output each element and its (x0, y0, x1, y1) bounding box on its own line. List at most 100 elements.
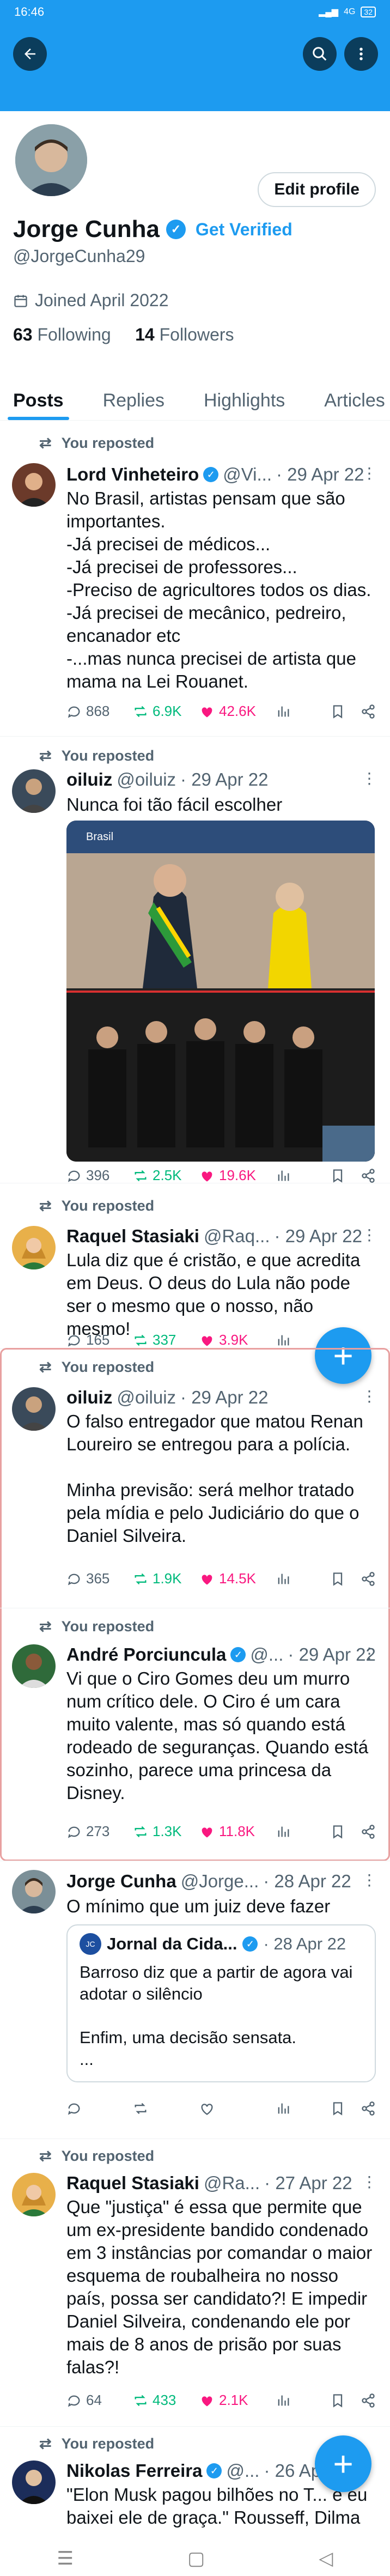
repost-indicator-icon: ⇄ (39, 2148, 52, 2164)
reply-button[interactable]: 165 (66, 1332, 133, 1348)
tab-highlights[interactable]: Highlights (191, 381, 298, 420)
like-button[interactable]: 3.9K (199, 1332, 276, 1348)
status-time: 16:46 (14, 5, 45, 19)
views-button[interactable] (276, 2101, 330, 2116)
bookmark-button[interactable] (330, 1571, 345, 1587)
avatar[interactable] (12, 769, 56, 813)
like-button[interactable]: 2.1K (199, 2392, 276, 2409)
reply-icon (68, 2395, 80, 2407)
avatar[interactable] (12, 1870, 56, 1913)
avatar[interactable] (12, 463, 56, 507)
post-text: O mínimo que um juiz deve fazer (66, 1896, 331, 1916)
bookmark-button[interactable] (330, 2393, 345, 2408)
heart-icon (202, 2396, 212, 2406)
search-button[interactable] (303, 37, 337, 71)
repost-button[interactable]: 2.5K (133, 1167, 199, 1184)
reply-icon (68, 706, 80, 718)
reply-button[interactable] (66, 2101, 133, 2116)
tab-posts[interactable]: Posts (0, 381, 77, 420)
post-item[interactable]: ⇄ You reposted Raquel Stasiaki @Raq... · … (0, 1183, 390, 1349)
views-button[interactable] (276, 2393, 330, 2408)
author-handle: @Raq... (203, 1226, 270, 1246)
more-options-button[interactable] (344, 37, 378, 71)
share-button[interactable] (361, 1571, 376, 1587)
share-button[interactable] (361, 1168, 376, 1183)
back-nav-icon[interactable]: ◁ (319, 2548, 333, 2569)
followers-link[interactable]: 14 Followers (135, 325, 234, 344)
bookmark-button[interactable] (330, 704, 345, 719)
author-name[interactable]: oiluiz (66, 1387, 112, 1408)
post-more-icon[interactable]: ⋮ (362, 769, 377, 787)
reply-button[interactable]: 868 (66, 703, 133, 720)
post-photo[interactable]: Brasil (66, 821, 375, 1162)
reply-button[interactable]: 396 (66, 1167, 133, 1184)
like-button[interactable]: 14.5K (199, 1570, 276, 1587)
tab-replies[interactable]: Replies (90, 381, 178, 420)
reply-button[interactable]: 64 (66, 2392, 133, 2409)
author-name[interactable]: Jorge Cunha (66, 1871, 176, 1892)
post-item[interactable]: ⇄ You reposted oiluiz @oiluiz · 29 Apr 22… (0, 1349, 390, 1608)
photo-caption: Brasil (86, 831, 113, 843)
author-name[interactable]: oiluiz (66, 769, 112, 790)
verified-badge-icon: ✓ (242, 1936, 258, 1952)
avatar[interactable] (12, 2173, 56, 2216)
post-item[interactable]: ⇄ You reposted Raquel Stasiaki @Ra... · 2… (0, 2139, 390, 2427)
views-button[interactable] (276, 1824, 330, 1839)
post-item[interactable]: ⇄ You reposted André Porciuncula ✓ @... ·… (0, 1608, 390, 1861)
post-item[interactable]: Jorge Cunha @Jorge... · 28 Apr 22 ⋮ O mí… (0, 1861, 390, 2139)
views-button[interactable] (276, 1571, 330, 1587)
like-button[interactable] (199, 2101, 276, 2116)
repost-button[interactable]: 1.9K (133, 1570, 199, 1587)
author-name[interactable]: Raquel Stasiaki (66, 2173, 199, 2194)
bookmark-button[interactable] (330, 1168, 345, 1183)
post-more-icon[interactable]: ⋮ (362, 1226, 377, 1244)
tab-articles[interactable]: Articles (311, 381, 390, 420)
post-item[interactable]: ⇄ You reposted oiluiz @oiluiz · 29 Apr 22… (0, 737, 390, 1183)
avatar[interactable] (12, 1226, 56, 1269)
author-name[interactable]: Lord Vinheteiro (66, 464, 199, 485)
share-button[interactable] (361, 2393, 376, 2408)
post-more-icon[interactable]: ⋮ (362, 464, 377, 482)
post-more-icon[interactable]: ⋮ (362, 1871, 377, 1889)
author-name[interactable]: André Porciuncula (66, 1644, 226, 1665)
post-more-icon[interactable]: ⋮ (362, 1387, 377, 1405)
like-button[interactable]: 19.6K (199, 1167, 276, 1184)
home-icon[interactable]: ▢ (187, 2548, 205, 2569)
recent-apps-icon[interactable]: ☰ (57, 2548, 74, 2569)
quoted-post[interactable]: JC Jornal da Cida... ✓ · 28 Apr 22 Barro… (66, 1924, 376, 2082)
share-button[interactable] (361, 2101, 376, 2116)
post-more-icon[interactable]: ⋮ (362, 1644, 377, 1662)
author-name[interactable]: Nikolas Ferreira (66, 2460, 202, 2481)
post-more-icon[interactable]: ⋮ (362, 2173, 377, 2191)
bookmark-icon (333, 2102, 343, 2116)
following-link[interactable]: 63 Following (13, 325, 111, 344)
bookmark-button[interactable] (330, 2101, 345, 2116)
reply-button[interactable]: 365 (66, 1570, 133, 1587)
more-vertical-icon (359, 47, 363, 60)
repost-button[interactable]: 1.3K (133, 1823, 199, 1840)
share-button[interactable] (361, 1824, 376, 1839)
post-item[interactable]: ⇄ You reposted Lord Vinheteiro ✓ @Vi... ·… (0, 421, 390, 737)
share-button[interactable] (361, 704, 376, 719)
compose-button[interactable]: + (315, 2435, 371, 2492)
edit-profile-button[interactable]: Edit profile (258, 172, 376, 207)
repost-button[interactable]: 433 (133, 2392, 199, 2409)
repost-button[interactable]: 337 (133, 1332, 199, 1348)
back-button[interactable] (13, 37, 47, 71)
avatar[interactable] (12, 2460, 56, 2504)
views-button[interactable] (276, 1168, 330, 1183)
you-reposted-label: You reposted (61, 2148, 155, 2164)
get-verified-link[interactable]: Get Verified (196, 220, 292, 240)
avatar[interactable] (12, 1387, 56, 1431)
like-button[interactable]: 11.8K (199, 1823, 276, 1840)
bookmark-button[interactable] (330, 1824, 345, 1839)
profile-avatar[interactable] (12, 121, 90, 199)
avatar[interactable] (12, 1644, 56, 1688)
reply-button[interactable]: 273 (66, 1823, 133, 1840)
repost-button[interactable]: 6.9K (133, 703, 199, 720)
you-reposted-label: You reposted (61, 748, 155, 764)
like-button[interactable]: 42.6K (199, 703, 276, 720)
views-button[interactable] (276, 704, 330, 719)
repost-button[interactable] (133, 2101, 199, 2116)
author-name[interactable]: Raquel Stasiaki (66, 1226, 199, 1247)
